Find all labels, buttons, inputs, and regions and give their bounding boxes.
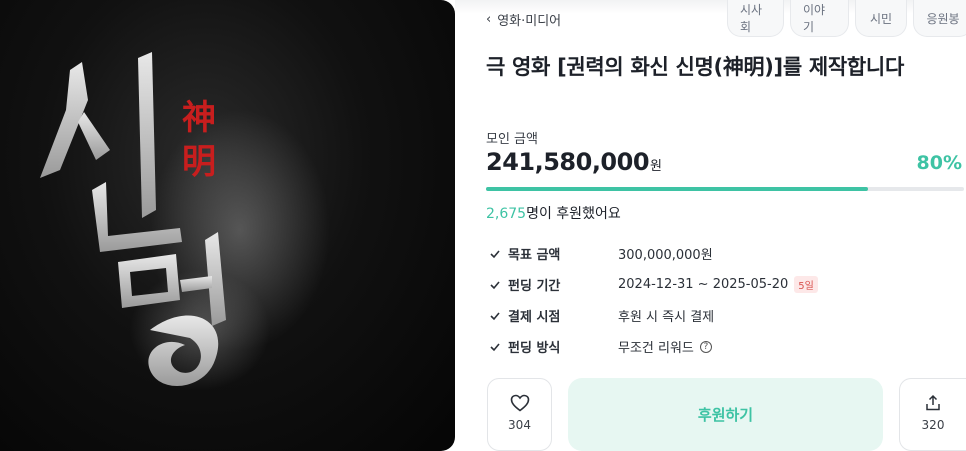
heart-icon xyxy=(510,394,529,412)
info-row-period: 펀딩 기간 2024-12-31 ~ 2025-05-20 5일 xyxy=(486,269,818,300)
days-left-badge: 5일 xyxy=(794,276,818,293)
info-row-method: 펀딩 방식 무조건 리워드 ? xyxy=(486,331,818,362)
info-key: 펀딩 기간 xyxy=(508,279,561,294)
check-icon xyxy=(490,249,500,258)
chevron-left-icon: ‹ xyxy=(486,12,492,27)
info-value: 후원 시 즉시 결제 xyxy=(618,306,714,325)
like-count: 304 xyxy=(508,418,531,432)
funding-period: 2024-12-31 ~ 2025-05-20 xyxy=(618,277,789,292)
share-button[interactable]: 320 xyxy=(899,378,966,451)
backer-count: 2,675 xyxy=(486,206,527,222)
poster-hanja-title: 神 明 xyxy=(174,96,224,184)
payment-timing: 후원 시 즉시 결제 xyxy=(618,310,715,325)
info-value: 300,000,000원 xyxy=(618,244,713,263)
breadcrumb[interactable]: ‹ 영화·미디어 xyxy=(486,10,561,29)
backer-text: 명이 후원했어요 xyxy=(526,206,621,222)
info-value: 무조건 리워드 ? xyxy=(618,337,712,356)
story-tabs: 시사회 이야기 시민 응원봉 xyxy=(727,0,966,37)
tab-story[interactable]: 이야기 xyxy=(790,0,849,37)
raised-amount: 241,580,000원 xyxy=(486,148,662,176)
project-page: 神 明 시사회 이야기 시민 응원봉 ‹ 영화·미디어 극 영화 [권력의 화신… xyxy=(0,0,966,451)
check-icon xyxy=(490,342,500,351)
project-poster-image: 神 明 xyxy=(0,0,455,451)
like-button[interactable]: 304 xyxy=(487,378,552,451)
info-key: 펀딩 방식 xyxy=(508,341,561,356)
share-count: 320 xyxy=(921,418,945,432)
funding-progress-fill xyxy=(486,187,869,191)
check-icon xyxy=(490,280,500,289)
hanja-char: 神 xyxy=(182,98,216,138)
tab-citizen[interactable]: 시민 xyxy=(855,0,907,37)
info-value: 2024-12-31 ~ 2025-05-20 5일 xyxy=(618,276,818,293)
breadcrumb-category: 영화·미디어 xyxy=(497,14,562,29)
goal-amount: 300,000,000원 xyxy=(618,248,713,263)
funding-progress-bar xyxy=(486,187,964,191)
tab-premiere[interactable]: 시사회 xyxy=(727,0,784,37)
hanja-char: 明 xyxy=(182,142,216,182)
info-row-goal: 목표 금액 300,000,000원 xyxy=(486,238,818,269)
currency-unit: 원 xyxy=(650,159,662,174)
achievement-percent: 80% xyxy=(916,152,962,174)
check-icon xyxy=(490,311,500,320)
funding-info-list: 목표 금액 300,000,000원 펀딩 기간 2024-12-31 ~ 20… xyxy=(486,238,818,362)
fund-button[interactable]: 후원하기 xyxy=(568,378,883,451)
help-icon[interactable]: ? xyxy=(699,340,712,353)
backer-summary: 2,675명이 후원했어요 xyxy=(486,203,621,223)
share-icon xyxy=(926,394,940,411)
project-title: 극 영화 [권력의 화신 신명(神明)]를 제작합니다 xyxy=(486,55,904,79)
info-row-payment: 결제 시점 후원 시 즉시 결제 xyxy=(486,300,818,331)
info-key: 결제 시점 xyxy=(508,310,561,325)
raised-amount-value: 241,580,000 xyxy=(486,148,650,176)
tab-cheer-stick[interactable]: 응원봉 xyxy=(913,0,966,37)
amount-label: 모인 금액 xyxy=(486,132,538,147)
funding-method: 무조건 리워드 xyxy=(618,341,694,356)
poster-artwork xyxy=(40,52,330,390)
info-key: 목표 금액 xyxy=(508,248,561,263)
